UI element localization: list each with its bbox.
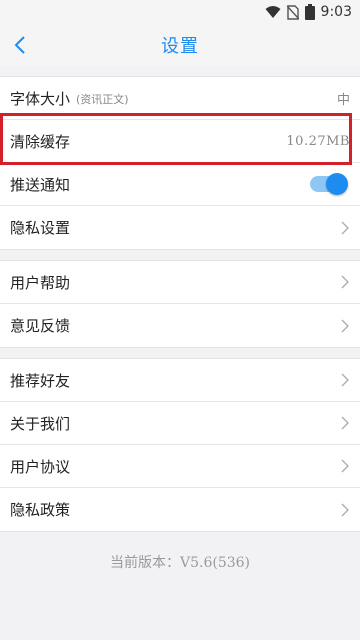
cache-size-value: 10.27MB [286,133,350,149]
chevron-right-icon [341,275,349,289]
status-bar: 9:03 [0,0,360,24]
settings-group-about: 推荐好友 关于我们 用户协议 隐私政策 [0,358,360,532]
privacy-settings-row[interactable]: 隐私设置 [0,206,360,249]
page-title: 设置 [161,36,199,57]
user-agreement-label: 用户协议 [10,457,71,476]
font-size-row[interactable]: 字体大小 (资讯正文) 中 [0,77,360,120]
wifi-icon [265,5,281,19]
push-notification-label: 推送通知 [10,175,71,194]
no-sim-icon [286,4,299,20]
battery-icon [304,4,315,20]
privacy-policy-label: 隐私政策 [10,501,71,519]
clear-cache-row[interactable]: 清除缓存 10.27MB [0,120,360,163]
clear-cache-label: 清除缓存 [10,132,71,151]
settings-group-support: 用户帮助 意见反馈 [0,260,360,348]
push-notification-row: 推送通知 [0,163,360,206]
chevron-right-icon [341,319,349,332]
settings-group-general: 字体大小 (资讯正文) 中 清除缓存 10.27MB 推送通知 隐私设置 [0,76,360,250]
chevron-right-icon [341,459,349,473]
chevron-right-icon [341,373,349,387]
nav-bar: 设置 [0,24,360,66]
toggle-knob [326,173,348,195]
status-time: 9:03 [320,4,352,20]
about-us-row[interactable]: 关于我们 [0,402,360,445]
privacy-policy-row[interactable]: 隐私政策 [0,488,360,531]
about-us-label: 关于我们 [10,414,71,433]
user-help-label: 用户帮助 [10,273,71,292]
back-button[interactable] [2,24,38,66]
font-size-value: 中 [336,92,350,108]
user-agreement-row[interactable]: 用户协议 [0,445,360,488]
app-version: 当前版本：V5.6(536) [109,555,251,571]
chevron-left-icon [14,36,25,54]
font-size-sublabel: (资讯正文) [76,93,129,106]
chevron-right-icon [341,503,349,516]
feedback-row[interactable]: 意见反馈 [0,304,360,347]
push-notification-toggle[interactable] [310,173,348,195]
user-help-row[interactable]: 用户帮助 [0,261,360,304]
font-size-label: 字体大小 [10,89,71,108]
chevron-right-icon [341,416,349,430]
privacy-settings-label: 隐私设置 [10,219,71,237]
chevron-right-icon [341,221,349,234]
recommend-friends-row[interactable]: 推荐好友 [0,359,360,402]
feedback-label: 意见反馈 [10,317,71,335]
recommend-friends-label: 推荐好友 [10,371,71,390]
